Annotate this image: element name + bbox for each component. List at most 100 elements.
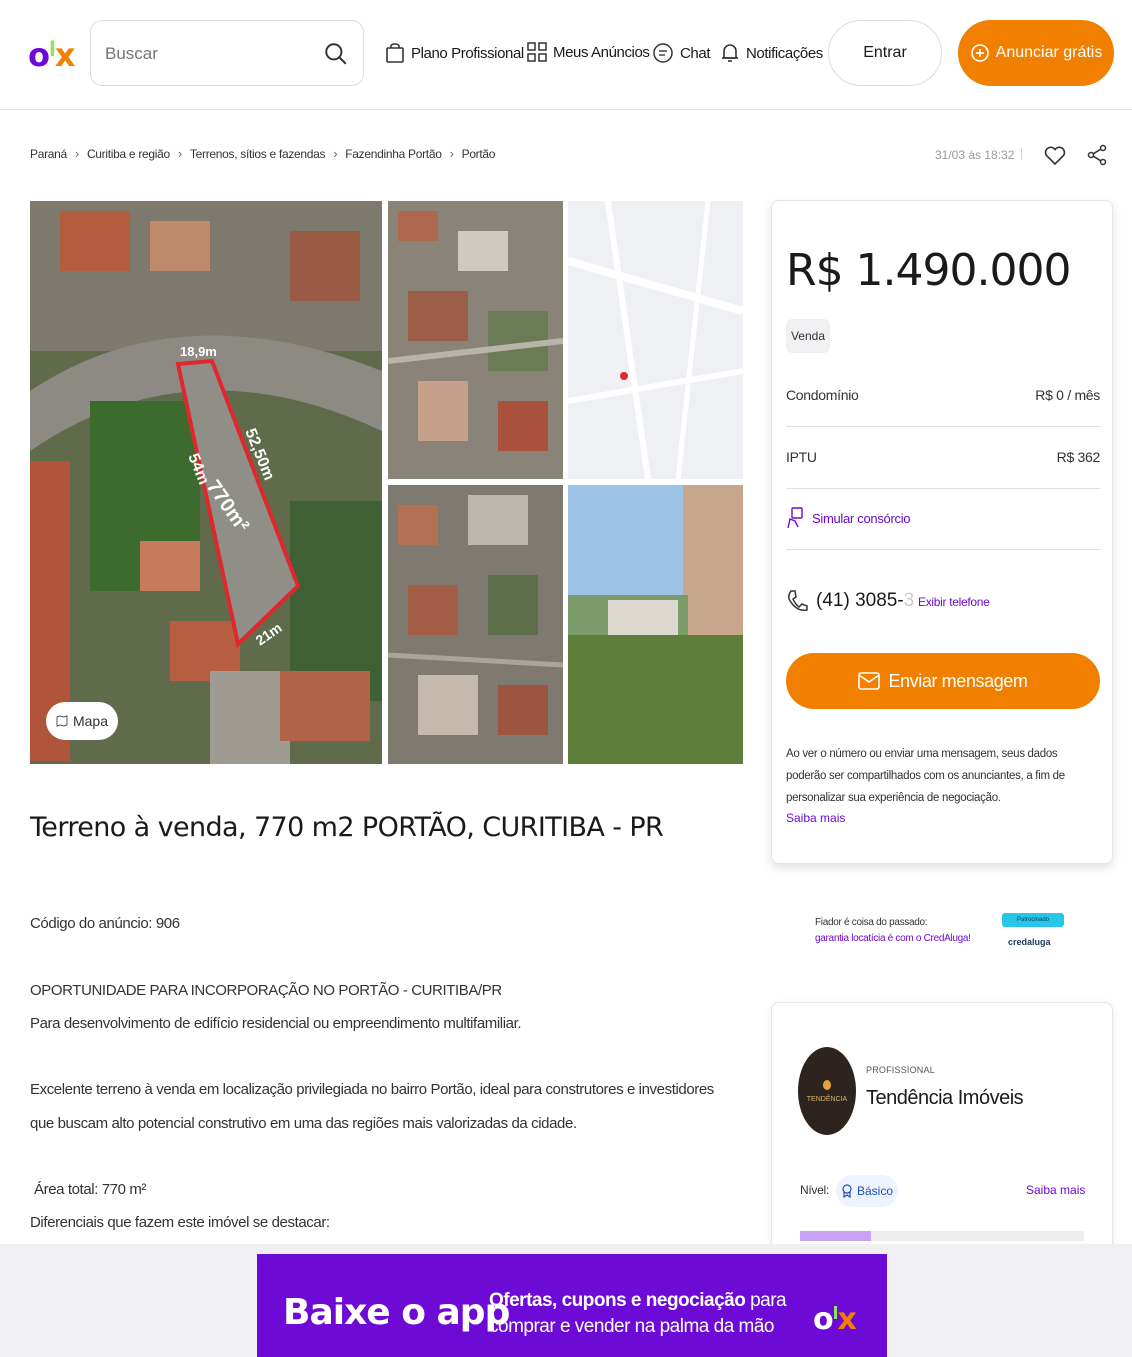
sponsored-badge: Patrocinado <box>1002 913 1064 927</box>
logo-o: o <box>28 36 50 74</box>
map-button-label: Mapa <box>72 713 109 729</box>
simular-consorcio-link[interactable]: Simular consórcio <box>786 507 911 529</box>
seller-type-label: PROFISSIONAL <box>866 1065 935 1075</box>
banner-title: Baixe o app <box>283 1292 510 1333</box>
phone-hidden: 3 <box>903 590 915 611</box>
share-icon[interactable] <box>1085 142 1109 168</box>
iptu-label: IPTU <box>786 449 817 465</box>
chat-icon <box>653 43 673 63</box>
condominio-label: Condomínio <box>786 387 859 403</box>
nav-plano-label: Plano Profissional <box>411 44 524 62</box>
breadcrumb: Paraná › Curitiba e região › Terrenos, sít… <box>30 146 495 161</box>
bag-icon <box>386 43 404 63</box>
description-line: Para desenvolvimento de edifício residen… <box>30 1015 522 1032</box>
nav-chat[interactable]: Chat <box>652 42 710 64</box>
drop-icon <box>823 1079 831 1090</box>
logo-x: x <box>54 36 76 74</box>
banner-text: Ofertas, cupons e negociação para compra… <box>489 1288 787 1340</box>
enviar-mensagem-button[interactable]: Enviar mensagem <box>786 653 1100 709</box>
map-button[interactable]: Mapa <box>46 702 118 740</box>
breadcrumb-item[interactable]: Fazendinha Portão <box>345 147 442 161</box>
ad-line: Fiador é coisa do passado: <box>815 917 928 928</box>
phone-number: (41) 3085-3 <box>786 589 914 613</box>
level-progress-bar <box>800 1231 1084 1241</box>
breadcrumb-item[interactable]: Terrenos, sítios e fazendas <box>190 147 326 161</box>
ad-link[interactable]: garantia locatícia é com o CredAluga! <box>815 933 971 944</box>
credaluga-ad[interactable]: Fiador é coisa do passado: garantia loca… <box>815 913 1085 953</box>
photo-thumbnail[interactable] <box>388 485 563 764</box>
olx-logo[interactable]: olx <box>28 36 76 74</box>
breadcrumb-item[interactable]: Paraná <box>30 147 67 161</box>
map-icon <box>56 715 68 727</box>
chevron-right-icon: › <box>177 146 182 161</box>
seller-card: TENDÊNCIA PROFISSIONAL Tendência Imóveis… <box>771 1002 1113 1262</box>
main-photo[interactable]: 18,9m 52,50m 54m 770m² 21m Mapa <box>30 201 382 764</box>
mail-icon <box>858 672 881 690</box>
banner-text-rest: para <box>745 1290 787 1311</box>
banner-line-2: comprar e vender na palma da mão <box>489 1316 775 1337</box>
posted-date: 31/03 às 18:32 <box>935 148 1015 162</box>
olx-logo: olx <box>813 1302 857 1337</box>
search-box <box>90 20 364 86</box>
seller-avatar[interactable]: TENDÊNCIA <box>798 1047 856 1135</box>
divider <box>786 488 1100 489</box>
entrar-label: Entrar <box>863 44 907 61</box>
nivel-badge: Básico <box>836 1175 898 1207</box>
photo-thumbnail[interactable] <box>568 201 743 479</box>
divider <box>786 426 1100 427</box>
iptu-row: IPTU R$ 362 <box>786 449 1100 465</box>
header: olx Plano Profissional Meus Anúncios Cha… <box>0 0 1132 110</box>
description-line: que buscam alto potencial construtivo em… <box>30 1115 577 1132</box>
enviar-mensagem-label: Enviar mensagem <box>888 670 1028 691</box>
nivel-label: Nível: <box>800 1183 829 1197</box>
description-line: Área total: 770 m² <box>34 1181 147 1198</box>
price: R$ 1.490.000 <box>786 245 1071 296</box>
price-card: R$ 1.490.000 Venda Condomínio R$ 0 / mês… <box>771 200 1113 864</box>
photo-thumbnail[interactable] <box>388 201 563 479</box>
avatar-text: TENDÊNCIA <box>806 1095 848 1103</box>
saiba-mais-link[interactable]: Saiba mais <box>1026 1183 1085 1197</box>
nivel-value: Básico <box>856 1184 894 1198</box>
seller-name[interactable]: Tendência Imóveis <box>866 1087 1024 1110</box>
level-progress-fill <box>800 1231 871 1241</box>
anunciar-button[interactable]: Anunciar grátis <box>958 20 1114 86</box>
logo-x: x <box>837 1302 856 1337</box>
anunciar-label: Anunciar grátis <box>995 44 1103 61</box>
aerial-neighborhood-image <box>388 485 563 764</box>
banner-bold-text: Ofertas, cupons e negociação <box>489 1290 746 1311</box>
street-map-image <box>568 201 743 479</box>
search-icon[interactable] <box>323 41 349 67</box>
nav-notificacoes[interactable]: Notificações <box>720 42 823 64</box>
bell-icon <box>722 44 738 62</box>
nav-notificacoes-label: Notificações <box>746 44 823 62</box>
nav-chat-label: Chat <box>680 44 711 62</box>
chevron-right-icon: › <box>449 146 454 161</box>
listing-code: Código do anúncio: 906 <box>30 915 180 932</box>
description-line: OPORTUNIDADE PARA INCORPORAÇÃO NO PORTÃO… <box>30 982 502 999</box>
breadcrumb-item[interactable]: Portão <box>462 147 496 161</box>
saiba-mais-link[interactable]: Saiba mais <box>786 811 845 825</box>
calculator-hand-icon <box>787 507 803 529</box>
description-line: Excelente terreno à venda em localização… <box>30 1081 714 1098</box>
divider <box>786 549 1100 550</box>
photo-thumbnail[interactable] <box>568 485 743 764</box>
app-download-banner[interactable]: Baixe o app Ofertas, cupons e negociação… <box>257 1254 887 1357</box>
listing-title: Terreno à venda, 770 m2 PORTÃO, CURITIBA… <box>30 812 664 843</box>
iptu-value: R$ 362 <box>1056 449 1101 465</box>
entrar-button[interactable]: Entrar <box>828 20 942 86</box>
plus-circle-icon <box>970 44 989 62</box>
breadcrumb-item[interactable]: Curitiba e região <box>87 147 170 161</box>
simular-label: Simular consórcio <box>812 510 911 526</box>
condominio-row: Condomínio R$ 0 / mês <box>786 387 1100 403</box>
nav-meus-anuncios[interactable]: Meus Anúncios <box>527 42 650 62</box>
aerial-city-image <box>388 201 563 479</box>
search-input[interactable] <box>105 41 305 67</box>
exibir-telefone-link[interactable]: Exibir telefone <box>918 595 990 609</box>
privacy-disclaimer: Ao ver o número ou enviar uma mensagem, … <box>786 748 1065 804</box>
credaluga-logo: credaluga <box>1008 937 1051 947</box>
chevron-right-icon: › <box>333 146 338 161</box>
heart-icon[interactable] <box>1043 142 1067 168</box>
nav-plano-profissional[interactable]: Plano Profissional <box>385 42 524 64</box>
photo-gallery: 18,9m 52,50m 54m 770m² 21m Mapa <box>30 201 743 764</box>
nav-anuncios-label: Meus Anúncios <box>553 43 650 61</box>
